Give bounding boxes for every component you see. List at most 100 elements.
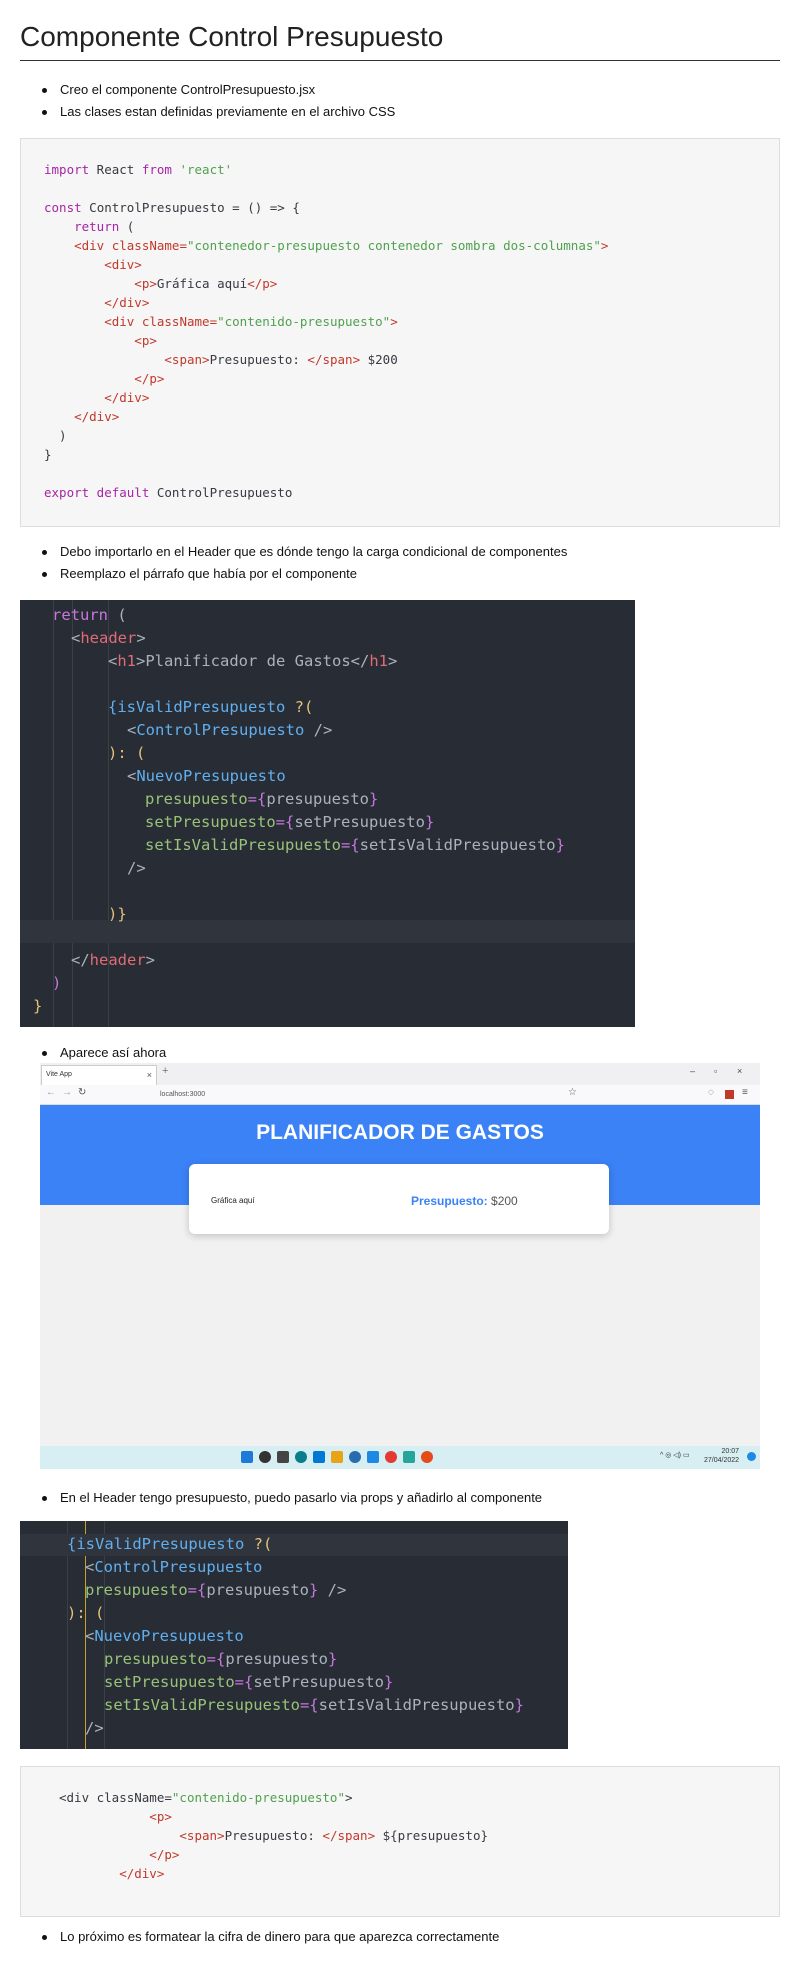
code-line: presupuesto={presupuesto} /> — [85, 1581, 347, 1599]
minimize-icon[interactable]: – — [690, 1066, 695, 1076]
code-line: </div> — [44, 409, 120, 424]
browser-tab[interactable]: Vite App × — [41, 1065, 157, 1085]
address-bar[interactable]: localhost:3000 — [160, 1087, 700, 1102]
code-line: </p> — [44, 371, 165, 386]
bullet-list-intro: Creo el componente ControlPresupuesto.js… — [20, 79, 395, 123]
browser-screenshot: Vite App × + – ▫ × ← → ↻ localhost:3000 … — [40, 1063, 760, 1469]
page-title: Componente Control Presupuesto — [20, 18, 780, 61]
list-item: Reemplazo el párrafo que había por el co… — [41, 563, 567, 585]
code-line: import React from 'react' — [44, 162, 233, 177]
reload-icon[interactable]: ↻ — [78, 1087, 86, 1098]
code-line: </div> — [44, 295, 150, 310]
code-line: } — [33, 997, 43, 1015]
list-item: Las clases estan definidas previamente e… — [41, 101, 395, 123]
code-line: const ControlPresupuesto = () => { — [44, 200, 300, 215]
chart-placeholder: Gráfica aquí — [211, 1196, 255, 1205]
code-line: </p> — [59, 1847, 180, 1862]
browser-toolbar: ← → ↻ localhost:3000 ☆ ◌ ≡ — [40, 1085, 760, 1105]
app-title: PLANIFICADOR DE GASTOS — [256, 1121, 544, 1144]
code-line: <ControlPresupuesto /> — [127, 721, 333, 739]
code-line: ): ( — [67, 1604, 105, 1622]
code-line: <span>Presupuesto: </span> $200 — [44, 352, 398, 367]
clock[interactable]: 20:07 27/04/2022 — [704, 1447, 739, 1465]
list-item: En el Header tengo presupuesto, puedo pa… — [41, 1487, 542, 1509]
store-icon[interactable] — [403, 1451, 415, 1463]
edge-icon[interactable] — [295, 1451, 307, 1463]
code-line: <p> — [44, 333, 157, 348]
code-line: <header> — [71, 629, 146, 647]
code-line: </div> — [44, 390, 150, 405]
code-line: setPresupuesto={setPresupuesto} — [145, 813, 435, 831]
firefox-icon[interactable] — [421, 1451, 433, 1463]
editor-screenshot-props: {isValidPresupuesto ?( <ControlPresupues… — [20, 1521, 568, 1749]
code-line: {isValidPresupuesto ?( — [108, 698, 314, 716]
budget-text: Presupuesto: $200 — [411, 1194, 518, 1208]
menu-icon[interactable]: ≡ — [742, 1087, 748, 1098]
code-line: return ( — [44, 219, 135, 234]
code-line: /> — [127, 859, 146, 877]
code-line: </header> — [71, 951, 156, 969]
code-line: ): ( — [108, 744, 146, 762]
list-item: Lo próximo es formatear la cifra de dine… — [41, 1926, 499, 1948]
code-block-control-presupuesto: import React from 'react' const ControlPr… — [20, 138, 780, 527]
bullet-list-next: Lo próximo es formatear la cifra de dine… — [20, 1926, 499, 1948]
code-line: <p> — [59, 1809, 172, 1824]
star-icon[interactable]: ☆ — [568, 1087, 577, 1098]
extension-icon[interactable] — [725, 1090, 734, 1099]
start-icon[interactable] — [241, 1451, 253, 1463]
app-icon[interactable] — [367, 1451, 379, 1463]
pocket-icon[interactable]: ◌ — [708, 1087, 714, 1098]
search-icon[interactable] — [259, 1451, 271, 1463]
list-item: Debo importarlo en el Header que es dónd… — [41, 541, 567, 563]
code-line: export default ControlPresupuesto — [44, 485, 293, 500]
vscode-icon[interactable] — [313, 1451, 325, 1463]
list-item: Creo el componente ControlPresupuesto.js… — [41, 79, 395, 101]
editor-screenshot-header: return ( <header> <h1>Planificador de Ga… — [20, 600, 635, 1027]
code-line: presupuesto={presupuesto} — [104, 1650, 338, 1668]
list-item: Aparece así ahora — [41, 1042, 166, 1064]
code-line: <ControlPresupuesto — [85, 1558, 263, 1576]
code-line: ) — [52, 974, 62, 992]
code-line: <h1>Planificador de Gastos</h1> — [108, 652, 398, 670]
taskbar: ^ ◎ ◁) ▭ 20:07 27/04/2022 — [40, 1446, 760, 1469]
back-icon[interactable]: ← — [46, 1087, 56, 1098]
code-line: return ( — [52, 606, 127, 624]
close-window-icon[interactable]: × — [737, 1066, 742, 1076]
code-line: )} — [108, 905, 127, 923]
close-tab-icon[interactable]: × — [147, 1066, 152, 1084]
bullet-list-props: En el Header tengo presupuesto, puedo pa… — [20, 1487, 542, 1509]
budget-card: Gráfica aquí Presupuesto: $200 — [189, 1164, 609, 1234]
code-line: <NuevoPresupuesto — [85, 1627, 244, 1645]
code-line: <span>Presupuesto: </span> ${presupuesto… — [59, 1828, 488, 1843]
code-line: <div className="contenido-presupuesto"> — [59, 1790, 353, 1805]
code-line: <div> — [44, 257, 142, 272]
forward-icon[interactable]: → — [62, 1087, 72, 1098]
code-line: <NuevoPresupuesto — [127, 767, 286, 785]
code-line: setIsValidPresupuesto={setIsValidPresupu… — [145, 836, 565, 854]
browser-tab-bar: Vite App × + – ▫ × — [40, 1063, 760, 1085]
code-line: setIsValidPresupuesto={setIsValidPresupu… — [104, 1696, 524, 1714]
code-line: <div className="contenido-presupuesto"> — [44, 314, 398, 329]
code-line: /> — [85, 1719, 104, 1737]
code-line: </div> — [59, 1866, 165, 1881]
chrome-icon[interactable] — [385, 1451, 397, 1463]
bullet-list-header: Debo importarlo en el Header que es dónd… — [20, 541, 567, 585]
new-tab-icon[interactable]: + — [162, 1065, 168, 1077]
code-line: <p>Gráfica aquí</p> — [44, 276, 278, 291]
code-line: setPresupuesto={setPresupuesto} — [104, 1673, 394, 1691]
task-view-icon[interactable] — [277, 1451, 289, 1463]
bullet-list-result: Aparece así ahora — [20, 1042, 166, 1064]
folder-icon[interactable] — [331, 1451, 343, 1463]
firefox-dev-icon[interactable] — [349, 1451, 361, 1463]
code-line: <div className="contenedor-presupuesto c… — [44, 238, 609, 253]
code-line: {isValidPresupuesto ?( — [67, 1535, 273, 1553]
maximize-icon[interactable]: ▫ — [714, 1066, 717, 1076]
code-line: ) — [44, 428, 67, 443]
code-line: presupuesto={presupuesto} — [145, 790, 379, 808]
code-block-contenido: <div className="contenido-presupuesto"> … — [20, 1766, 780, 1917]
notification-icon[interactable] — [747, 1452, 756, 1461]
code-line: } — [44, 447, 52, 462]
system-tray[interactable]: ^ ◎ ◁) ▭ — [660, 1451, 690, 1459]
